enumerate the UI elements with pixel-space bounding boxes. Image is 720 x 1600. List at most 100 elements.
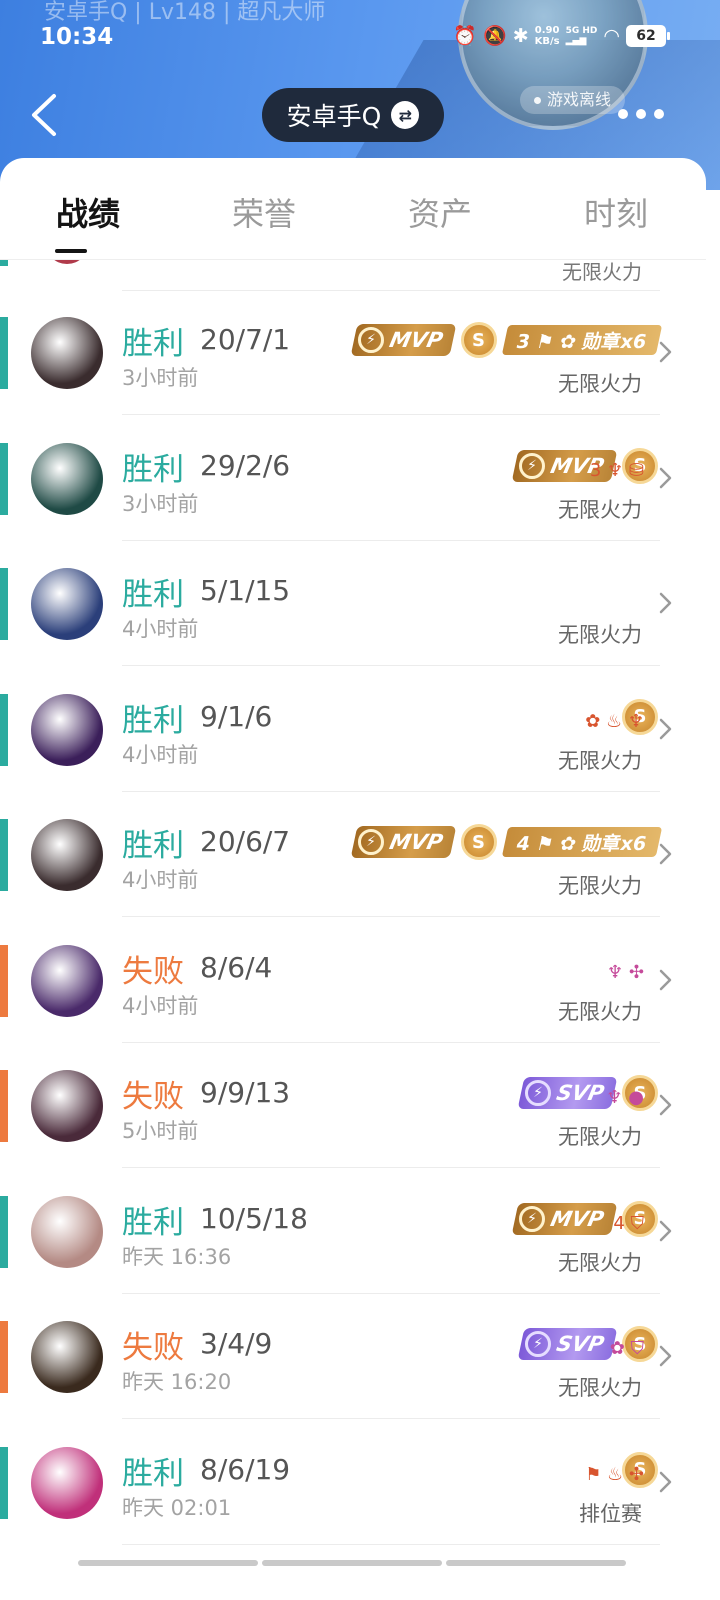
chevron-right-icon (659, 467, 672, 488)
match-kda: 5/1/15 (200, 574, 291, 607)
mvp-badge: ⚡ MVP (512, 1202, 618, 1235)
svp-badge: ⚡ SVP (517, 1328, 618, 1360)
match-time: 4小时前 (122, 868, 199, 892)
result-accent (0, 819, 8, 891)
more-button[interactable] (618, 104, 666, 124)
match-row[interactable]: 胜利 20/7/1 3小时前 无限火力 ⚡ MVP S 3 ⚑ ✿ 勋章x6 (0, 290, 720, 415)
hero-avatar (31, 1070, 103, 1142)
medal-ring-icon: ⚡ (519, 452, 546, 479)
net-speed: 0.90 KB/s (534, 24, 560, 47)
achievement-icons: ⚑ ♨ ✣ (585, 1463, 644, 1485)
match-kda: 9/1/6 (200, 699, 273, 733)
game-mode: 无限火力 (558, 623, 642, 647)
game-mode: 无限火力 (558, 874, 642, 898)
badge-label: SVP (554, 1332, 607, 1356)
medal-badge: 4 ⚑ ✿ 勋章x6 (501, 827, 662, 857)
mvp-badge: ⚡ MVP (350, 826, 456, 858)
scroll-indicator (78, 1560, 626, 1566)
result-accent (0, 1070, 8, 1142)
match-result: 胜利 (122, 451, 184, 488)
tab-bar: 战绩 荣誉 资产 时刻 (0, 158, 706, 260)
match-row[interactable]: 失败 8/6/4 4小时前 无限火力 ♆ ✣ (0, 918, 720, 1043)
battery-icon: 62 (626, 24, 670, 47)
chevron-right-icon (659, 1220, 672, 1241)
chevron-right-icon (659, 969, 672, 990)
hero-avatar (31, 944, 103, 1017)
match-time: 4小时前 (122, 617, 199, 641)
hero-avatar (31, 1446, 103, 1519)
badge-label: SVP (554, 1081, 607, 1105)
alarm-icon: ⏰ (453, 25, 478, 47)
badge-label: MVP (387, 830, 446, 854)
game-mode: 无限火力 (558, 748, 642, 773)
match-time: 4小时前 (122, 993, 199, 1018)
medal-badge: 3 ⚑ ✿ 勋章x6 (501, 325, 662, 355)
status-dot-icon (534, 96, 541, 104)
badge-label: MVP (548, 1206, 607, 1231)
match-kda: 20/6/7 (200, 825, 291, 858)
chevron-right-icon (659, 592, 672, 614)
match-kda: 3/4/9 (200, 1327, 273, 1360)
hero-avatar (31, 1321, 103, 1393)
result-accent (0, 568, 8, 640)
divider (122, 1543, 660, 1545)
badge-group: ⚡ MVP S 3 ⚑ ✿ 勋章x6 (350, 320, 662, 360)
match-result: 胜利 (122, 1204, 184, 1241)
mute-icon: 🔕 (483, 25, 507, 47)
back-arrow-icon (32, 94, 56, 136)
tab-moments[interactable]: 时刻 (528, 183, 704, 235)
match-list[interactable]: 无限火力 胜利 20/7/1 3小时前 无限火力 ⚡ MVP S 3 ⚑ ✿ 勋章x6 胜利 29… (0, 260, 720, 1560)
status-time: 10:34 (40, 24, 114, 50)
match-result: 胜利 (122, 828, 184, 864)
match-row[interactable]: 失败 3/4/9 昨天 16:20 无限火力 ⚡ SVP S ✿ ⛉ (0, 1294, 720, 1419)
match-time: 3小时前 (122, 366, 199, 390)
back-button[interactable] (26, 90, 66, 140)
chevron-right-icon (659, 341, 672, 363)
medal-ring-icon: ⚡ (519, 1205, 546, 1232)
match-result: 失败 (122, 1330, 184, 1366)
hero-avatar (31, 693, 103, 766)
match-row[interactable]: 胜利 20/6/7 4小时前 无限火力 ⚡ MVP S 4 ⚑ ✿ 勋章x6 (0, 792, 720, 917)
match-row[interactable]: 胜利 5/1/15 4小时前 无限火力 (0, 541, 720, 666)
match-row[interactable]: 胜利 9/1/6 4小时前 无限火力 S ✿ ♨ ♆ (0, 667, 720, 792)
match-result: 胜利 (122, 702, 184, 739)
signal-icon: 5G HD ▂▄▆ (565, 25, 598, 46)
match-time: 5小时前 (122, 1119, 199, 1143)
chevron-right-icon (659, 843, 672, 865)
tab-honor[interactable]: 荣誉 (176, 183, 352, 235)
match-row[interactable]: 胜利 29/2/6 3小时前 无限火力 ⚡ MVP S 3 ♆ ⛁ (0, 416, 720, 541)
medal-ring-icon: ⚡ (357, 327, 384, 353)
match-kda: 20/7/1 (200, 323, 291, 356)
hero-avatar (31, 568, 103, 640)
hero-avatar (31, 317, 103, 389)
match-row[interactable]: 胜利 10/5/18 昨天 16:36 无限火力 ⚡ MVP S 4 ⛉ (0, 1169, 720, 1294)
game-mode: 无限火力 (558, 999, 642, 1024)
game-mode: 无限火力 (558, 497, 642, 522)
game-status-pill: 游戏离线 (520, 86, 626, 114)
status-icons: ⏰ 🔕 ✱ 0.90 KB/s 5G HD ▂▄▆ ◠ 62 (453, 24, 670, 47)
game-mode: 无限火力 (558, 1250, 642, 1275)
medal-ring-icon: ⚡ (525, 1080, 552, 1106)
hero-avatar (31, 1195, 103, 1268)
hero-avatar (31, 442, 103, 515)
result-accent (0, 1195, 8, 1268)
swap-icon: ⇄ (391, 101, 420, 129)
match-row[interactable]: 胜利 8/6/19 昨天 02:01 排位赛 S ⚑ ♨ ✣ (0, 1420, 720, 1545)
medal-ring-icon: ⚡ (525, 1331, 552, 1357)
game-status-label: 游戏离线 (547, 90, 612, 109)
tab-record[interactable]: 战绩 (0, 183, 176, 253)
game-mode: 无限火力 (562, 260, 642, 284)
result-accent (0, 260, 8, 266)
match-kda: 29/2/6 (200, 448, 291, 482)
account-switcher[interactable]: 安卓手Q ⇄ (262, 88, 444, 142)
match-row[interactable]: 失败 9/9/13 5小时前 无限火力 ⚡ SVP S ♆ ● (0, 1043, 720, 1168)
chevron-right-icon (659, 718, 672, 739)
match-time: 4小时前 (122, 742, 199, 767)
result-accent (0, 442, 8, 515)
result-accent (0, 693, 8, 766)
ghost-title: 安卓手Q | Lv148 | 超凡大师 (44, 0, 326, 25)
tab-assets[interactable]: 资产 (352, 183, 528, 235)
match-time: 昨天 16:20 (122, 1370, 232, 1394)
game-mode: 无限火力 (558, 372, 642, 396)
game-mode: 无限火力 (558, 1376, 642, 1400)
